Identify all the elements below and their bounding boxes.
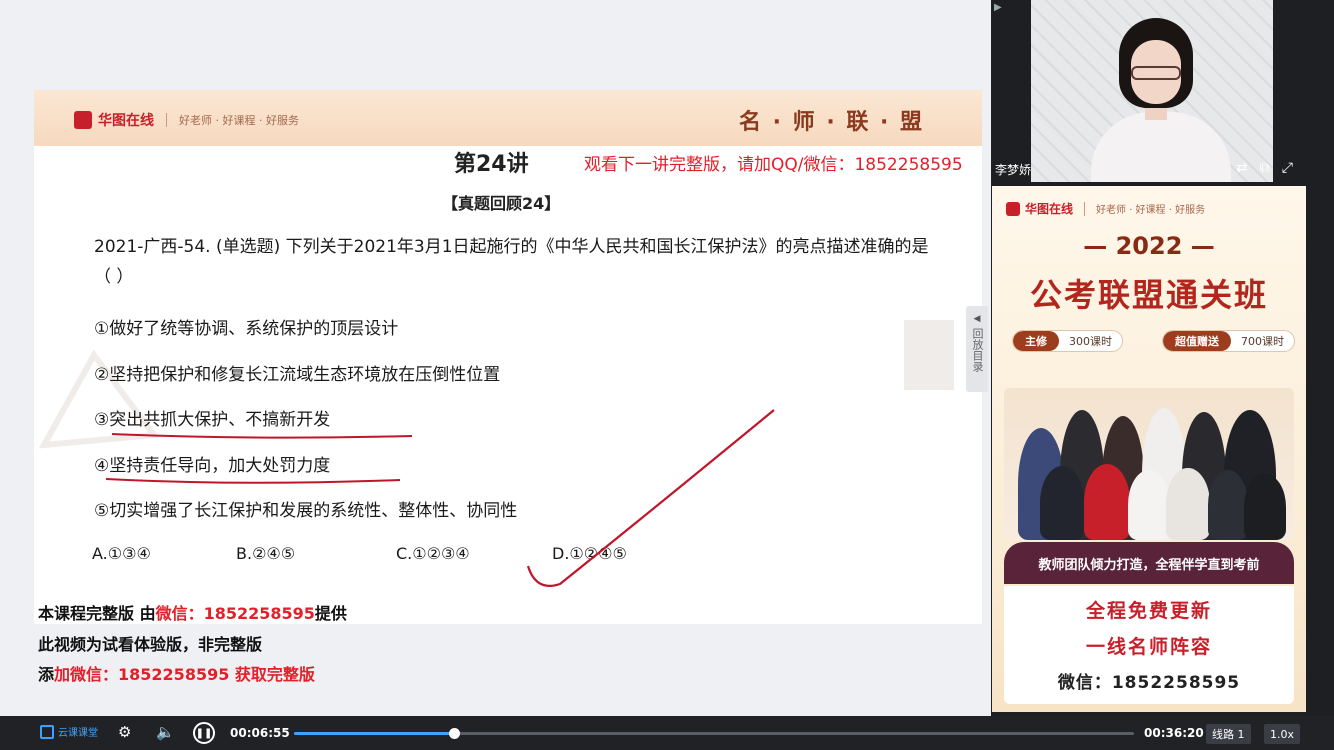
ad-year: — 2022 — <box>1083 232 1215 260</box>
ad-pill-bonus: 超值赠送 700课时 <box>1162 330 1295 352</box>
overlay-line-1-b: 微信：1852258595 <box>155 604 315 623</box>
collapse-arrow-icon: ◀ <box>973 314 981 324</box>
teacher-figure <box>1208 470 1248 540</box>
progress-fill <box>294 732 454 735</box>
overlay-line-1: 本课程完整版 由微信：1852258595提供 <box>38 600 347 624</box>
choice-c: C.①②③④ <box>396 544 470 563</box>
ad-pill-bonus-value: 700课时 <box>1241 335 1284 348</box>
popout-icon[interactable]: ⧉ <box>1260 160 1270 176</box>
teacher-glasses <box>1131 66 1181 80</box>
volume-icon[interactable]: 🔈 <box>156 723 175 741</box>
ad-info-box: 全程免费更新 一线名师阵容 微信：1852258595 <box>1004 586 1294 704</box>
ad-brand: 华图在线 好老师 · 好课程 · 好服务 <box>1006 200 1205 217</box>
ad-pill-major: 主修 300课时 <box>1012 330 1123 352</box>
slide-brand: 华图在线 好老师 · 好课程 · 好服务 <box>74 110 299 130</box>
choice-a: A.①③④ <box>92 544 151 563</box>
player-logo-text: 云课课堂 <box>58 728 98 739</box>
lecture-title: 第24讲 <box>454 152 529 177</box>
player-logo-icon <box>40 724 54 739</box>
watermark-left-icon <box>38 349 160 449</box>
pause-icon: ❚❚ <box>195 727 213 739</box>
overlay-line-2: 此视频为试看体验版，非完整版 <box>38 635 263 654</box>
alliance-title: 名 · 师 · 联 · 盟 <box>739 110 925 135</box>
ad-brand-divider <box>1084 201 1086 216</box>
section-title: 【真题回顾24】 <box>442 194 561 213</box>
pause-button[interactable]: ❚❚ <box>193 722 215 744</box>
ad-banner: 教师团队倾力打造，全程伴学直到考前 <box>1004 542 1294 584</box>
option-4: ④坚持责任导向，加大处罚力度 <box>94 456 331 476</box>
line-selector[interactable]: 线路 1 <box>1206 724 1251 744</box>
teacher-video[interactable] <box>1031 0 1273 182</box>
teacher-group-photo <box>1004 388 1294 540</box>
teacher-figure <box>1040 466 1084 540</box>
expand-arrow-icon[interactable]: ▶ <box>994 2 1002 13</box>
player-controls: 云课课堂 ⚙ 🔈 ❚❚ 00:06:55 00:36:20 线路 1 1.0x <box>0 716 1334 750</box>
progress-track[interactable] <box>294 728 1134 739</box>
course-ad[interactable]: 华图在线 好老师 · 好课程 · 好服务 — 2022 — 公考联盟通关班 主修… <box>992 186 1306 712</box>
overlay-line-3-a: 添 <box>38 665 55 684</box>
total-time: 00:36:20 <box>1144 726 1204 740</box>
current-time: 00:06:55 <box>230 726 290 740</box>
player-logo: 云课课堂 <box>40 724 98 739</box>
playback-menu-tab[interactable]: ◀ 回放目录 <box>966 306 988 392</box>
ad-pill-major-value: 300课时 <box>1069 335 1112 348</box>
brand-divider <box>166 113 167 127</box>
choice-b: B.②④⑤ <box>236 544 296 563</box>
ad-line-free-update: 全程免费更新 <box>1085 600 1212 622</box>
video-controls: ⇄ ⧉ ⤢ <box>1236 160 1293 176</box>
option-5: ⑤切实增强了长江保护和发展的系统性、整体性、协同性 <box>94 501 518 521</box>
brand-slogan: 好老师 · 好课程 · 好服务 <box>179 114 299 127</box>
teacher-figure <box>1166 468 1210 540</box>
overlay-line-3-b: 加微信：1852258595 获取完整版 <box>54 665 315 684</box>
option-2: ②坚持把保护和修复长江流域生态环境放在压倒性位置 <box>94 365 501 385</box>
teacher-name: 李梦娇 <box>995 163 1032 177</box>
huatu-logo-icon <box>74 111 92 129</box>
ad-title: 公考联盟通关班 <box>1029 276 1268 314</box>
speed-selector[interactable]: 1.0x <box>1264 724 1301 744</box>
option-3: ③突出共抓大保护、不搞新开发 <box>94 410 331 430</box>
settings-icon[interactable]: ⚙ <box>118 723 131 741</box>
watermark-right-icon <box>904 320 954 390</box>
ad-brand-name: 华图在线 <box>1025 202 1074 216</box>
ad-pill-bonus-key: 超值赠送 <box>1163 331 1231 351</box>
ad-line-wechat: 微信：1852258595 <box>1057 673 1241 693</box>
question-text: 2021-广西-54. (单选题) 下列关于2021年3月1日起施行的《中华人民… <box>94 237 929 287</box>
ad-line-teachers: 一线名师阵容 <box>1085 636 1212 658</box>
choice-d: D.①②④⑤ <box>552 544 627 563</box>
teacher-figure <box>1244 474 1286 540</box>
playback-menu-label: 回放目录 <box>971 328 984 372</box>
overlay-line-3: 添加微信：1852258595 获取完整版 <box>38 661 315 685</box>
slide-header: 华图在线 好老师 · 好课程 · 好服务 名 · 师 · 联 · 盟 <box>34 90 982 146</box>
ad-brand-slogan: 好老师 · 好课程 · 好服务 <box>1096 205 1206 216</box>
overlay-line-1-a: 本课程完整版 由 <box>38 604 156 623</box>
lecture-slide: 华图在线 好老师 · 好课程 · 好服务 名 · 师 · 联 · 盟 第24讲 … <box>34 90 982 624</box>
option-1: ①做好了统等协调、系统保护的顶层设计 <box>94 319 399 339</box>
progress-knob[interactable] <box>448 728 460 739</box>
huatu-logo-icon <box>1006 201 1020 216</box>
fullscreen-icon[interactable]: ⤢ <box>1282 160 1293 176</box>
promo-contact: 观看下一讲完整版，请加QQ/微信：1852258595 <box>584 155 963 175</box>
brand-name: 华图在线 <box>98 113 154 129</box>
teacher-figure <box>1084 464 1130 540</box>
ad-pill-major-key: 主修 <box>1013 331 1059 351</box>
overlay-line-1-c: 提供 <box>314 604 347 623</box>
teacher-figure <box>1128 470 1170 540</box>
swap-icon[interactable]: ⇄ <box>1236 160 1248 176</box>
